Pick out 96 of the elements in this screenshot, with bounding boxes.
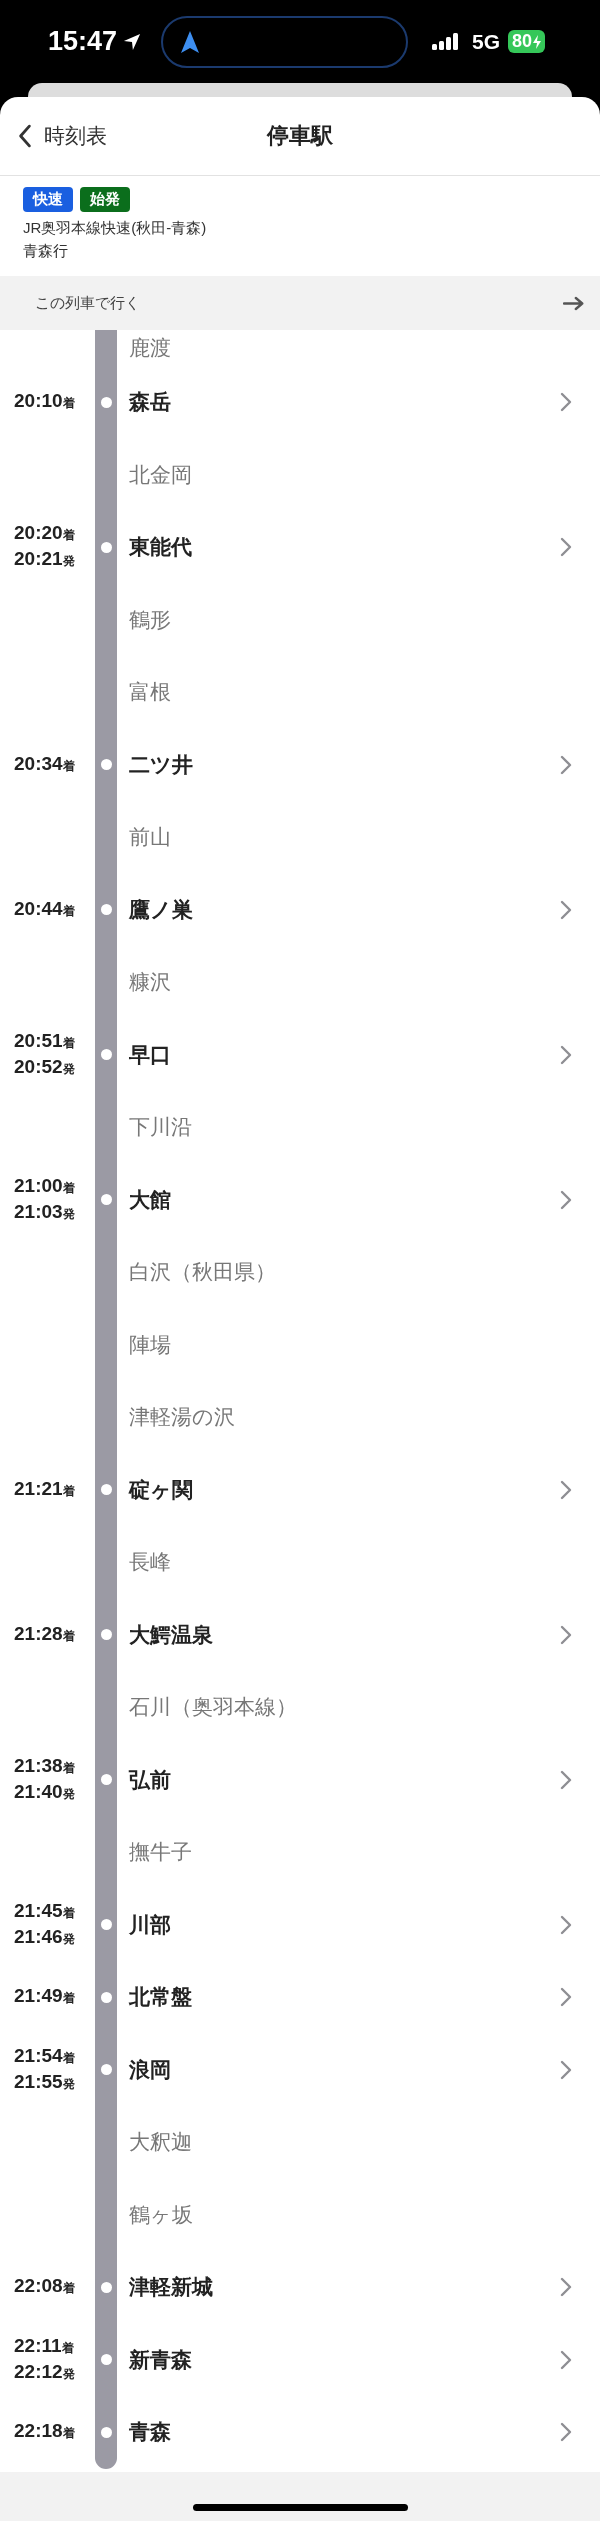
stop-dot <box>100 1774 112 1786</box>
passed-station-name: 鶴形 <box>128 606 172 633</box>
stop-time: 20:34着 <box>14 751 76 776</box>
stop-time: 22:11着 <box>14 2333 75 2358</box>
chevron-right-icon[interactable] <box>560 754 572 775</box>
passed-station-name: 石川（奥羽本線） <box>128 1694 298 1721</box>
passed-station-name: 鶴ヶ坂 <box>128 2201 194 2228</box>
passed-station-name: 前山 <box>128 824 172 851</box>
stop-time: 20:20着 <box>14 521 76 546</box>
station-name: 碇ヶ関 <box>127 1476 194 1503</box>
chevron-right-icon[interactable] <box>560 1987 572 2008</box>
chevron-right-icon[interactable] <box>560 1044 572 1065</box>
stop-dot <box>100 1484 112 1496</box>
passed-station-name: 北金岡 <box>128 461 193 488</box>
chevron-right-icon[interactable] <box>560 2277 572 2298</box>
stop-dot <box>100 2064 112 2076</box>
passed-station-name: 富根 <box>128 679 172 706</box>
chevron-right-icon[interactable] <box>560 2059 572 2080</box>
stop-dot <box>100 904 112 916</box>
stop-time: 20:10着 <box>14 389 76 414</box>
chevron-right-icon[interactable] <box>560 1189 572 1210</box>
station-name: 浪岡 <box>128 2056 172 2083</box>
destination-label: 青森行 <box>23 241 69 261</box>
passed-station-name: 撫牛子 <box>128 1839 193 1866</box>
stop-dot <box>100 1049 112 1061</box>
passed-station-name: 鹿渡 <box>128 335 172 361</box>
station-name: 大館 <box>128 1186 172 1213</box>
station-name: 早口 <box>128 1041 172 1068</box>
station-name: 北常盤 <box>128 1984 193 2011</box>
stop-dot <box>100 2281 112 2293</box>
stop-dot <box>100 1919 112 1931</box>
stop-time: 20:44着 <box>14 896 76 921</box>
station-name: 森岳 <box>128 389 172 416</box>
stop-time: 21:03発 <box>14 1199 76 1224</box>
stop-dot <box>100 396 112 408</box>
stop-time: 21:28着 <box>14 1621 76 1646</box>
battery-indicator: 80 <box>508 30 546 53</box>
status-time: 15:47 <box>48 26 118 57</box>
chevron-right-icon[interactable] <box>560 1479 572 1500</box>
stop-dot <box>100 1194 112 1206</box>
chevron-right-icon[interactable] <box>560 2422 572 2443</box>
passed-station-name: 長峰 <box>128 1549 172 1576</box>
station-name: 東能代 <box>128 534 193 561</box>
stop-time: 21:49着 <box>14 1984 76 2009</box>
chevron-right-icon[interactable] <box>560 1914 572 1935</box>
stop-dot <box>100 1991 112 2003</box>
station-name: 津軽新城 <box>128 2274 214 2301</box>
station-name: 大鰐温泉 <box>128 1621 214 1648</box>
stop-time: 21:46発 <box>14 1924 76 1949</box>
train-type-tag: 始発 <box>80 187 130 212</box>
stop-time: 22:08着 <box>14 2274 76 2299</box>
stop-time: 20:52発 <box>14 1054 76 1079</box>
stop-time: 21:55発 <box>14 2069 76 2094</box>
stop-time: 21:21着 <box>14 1476 76 1501</box>
station-name: 鷹ノ巣 <box>128 896 194 923</box>
stop-time: 21:40発 <box>14 1779 76 1804</box>
station-name: 新青森 <box>128 2346 193 2373</box>
stop-dot <box>100 1629 112 1641</box>
stop-dot <box>100 2426 112 2438</box>
location-arrow-icon <box>123 32 142 51</box>
passed-station-name: 津軽湯の沢 <box>128 1404 236 1431</box>
station-name: 青森 <box>128 2419 172 2446</box>
stop-time: 20:51着 <box>14 1028 76 1053</box>
passed-station-name: 下川沿 <box>128 1114 193 1141</box>
chevron-right-icon[interactable] <box>560 899 572 920</box>
arrow-right-icon <box>563 295 585 311</box>
chevron-right-icon[interactable] <box>560 537 572 558</box>
take-train-button[interactable]: この列車で行く <box>0 276 600 330</box>
station-name: 二ツ井 <box>128 751 194 778</box>
chevron-right-icon[interactable] <box>560 1769 572 1790</box>
network-label: 5G <box>472 29 501 54</box>
station-name: 弘前 <box>127 1766 172 1793</box>
stop-time: 22:12発 <box>14 2359 76 2384</box>
stop-time: 21:54着 <box>14 2043 76 2068</box>
page-title: 停車駅 <box>267 122 333 150</box>
chevron-right-icon[interactable] <box>560 1624 572 1645</box>
passed-station-name: 白沢（秋田県） <box>128 1259 277 1286</box>
stop-time: 22:18着 <box>14 2419 76 2444</box>
chevron-right-icon[interactable] <box>560 2349 572 2370</box>
stop-time: 20:21発 <box>14 547 76 572</box>
navigation-arrow-icon <box>181 30 200 53</box>
passed-station-name: 糠沢 <box>128 969 172 996</box>
stop-time: 21:38着 <box>14 1753 76 1778</box>
train-type-tag: 快速 <box>23 187 73 212</box>
passed-station-name: 大釈迦 <box>128 2129 193 2156</box>
stop-time: 21:00着 <box>14 1173 76 1198</box>
station-name: 川部 <box>128 1911 172 1938</box>
chevron-right-icon[interactable] <box>560 392 572 413</box>
stop-dot <box>100 541 112 553</box>
line-name: JR奥羽本線快速(秋田-青森) <box>23 218 208 238</box>
stop-time: 21:45着 <box>14 1898 76 1923</box>
back-chevron-icon <box>18 124 32 148</box>
stop-dot <box>100 2354 112 2366</box>
passed-station-name: 陣場 <box>128 1331 172 1358</box>
back-button[interactable]: 時刻表 <box>0 122 200 150</box>
stop-dot <box>100 759 112 771</box>
